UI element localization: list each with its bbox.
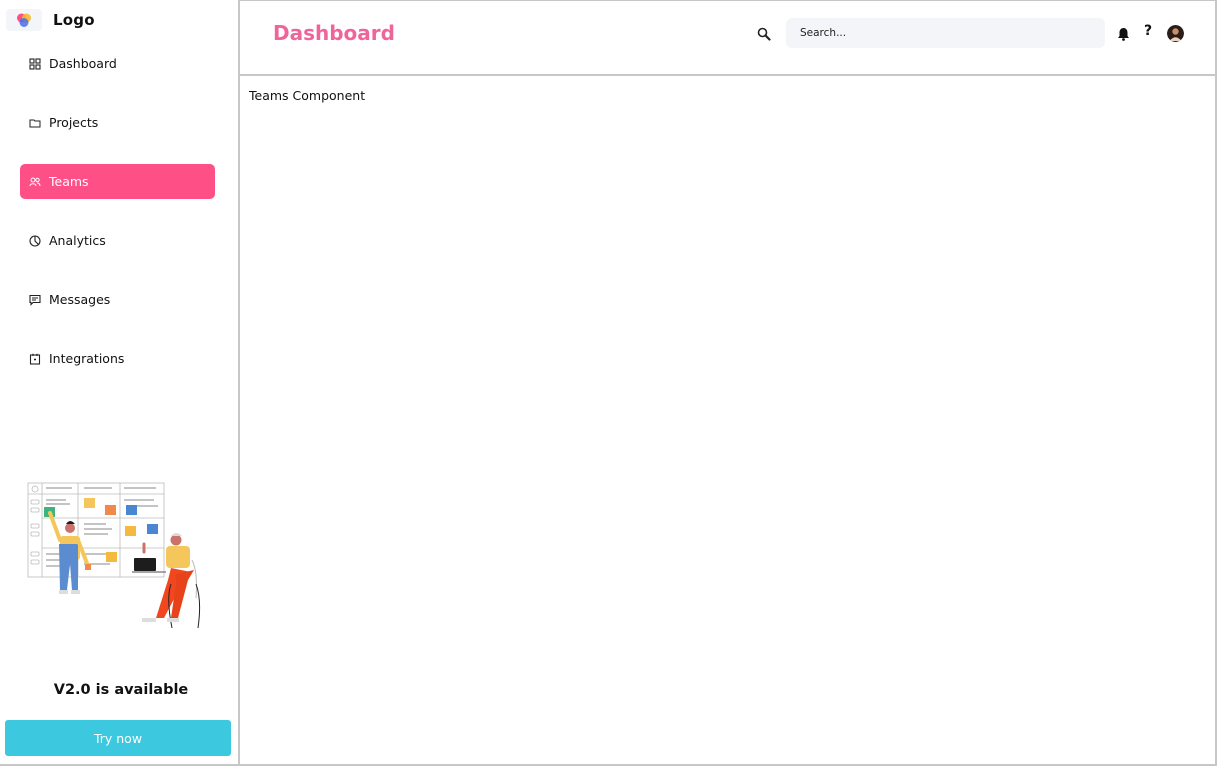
avatar[interactable] <box>1167 25 1184 42</box>
page-title: Dashboard <box>273 21 395 45</box>
sidebar-item-label: Analytics <box>49 233 106 248</box>
folder-icon <box>29 117 41 129</box>
logo-icon <box>6 9 42 31</box>
sidebar-item-messages[interactable]: Messages <box>20 282 215 317</box>
sidebar-item-label: Messages <box>49 292 111 307</box>
message-icon <box>29 294 41 306</box>
sidebar-item-dashboard[interactable]: Dashboard <box>20 46 215 81</box>
teams-component-text: Teams Component <box>249 88 366 103</box>
sidebar-item-projects[interactable]: Projects <box>20 105 215 140</box>
promo-title: V2.0 is available <box>53 682 189 698</box>
main-content: Teams Component <box>240 76 1217 766</box>
sidebar: Logo Dashboard Projects Teams Analytics … <box>0 0 240 766</box>
search-input[interactable] <box>786 18 1105 48</box>
sidebar-item-label: Dashboard <box>49 56 117 71</box>
logo-text: Logo <box>53 11 95 29</box>
sidebar-item-label: Projects <box>49 115 99 130</box>
team-illustration <box>27 482 201 629</box>
sidebar-item-integrations[interactable]: Integrations <box>20 341 215 376</box>
brand[interactable]: Logo <box>6 8 95 32</box>
grid-icon <box>29 57 41 70</box>
sidebar-item-analytics[interactable]: Analytics <box>20 223 215 258</box>
top-bar: Dashboard ? <box>240 0 1217 76</box>
pie-chart-icon <box>29 234 41 247</box>
sidebar-item-teams[interactable]: Teams <box>20 164 215 199</box>
help-icon[interactable]: ? <box>1144 23 1152 39</box>
try-now-button[interactable]: Try now <box>5 720 231 756</box>
sidebar-item-label: Teams <box>49 174 89 189</box>
sidebar-item-label: Integrations <box>49 351 125 366</box>
sidebar-nav: Dashboard Projects Teams Analytics Messa… <box>20 46 215 400</box>
calendar-plug-icon <box>29 353 41 365</box>
search-icon[interactable] <box>757 26 771 41</box>
users-icon <box>29 176 41 188</box>
bell-icon[interactable] <box>1117 26 1130 41</box>
